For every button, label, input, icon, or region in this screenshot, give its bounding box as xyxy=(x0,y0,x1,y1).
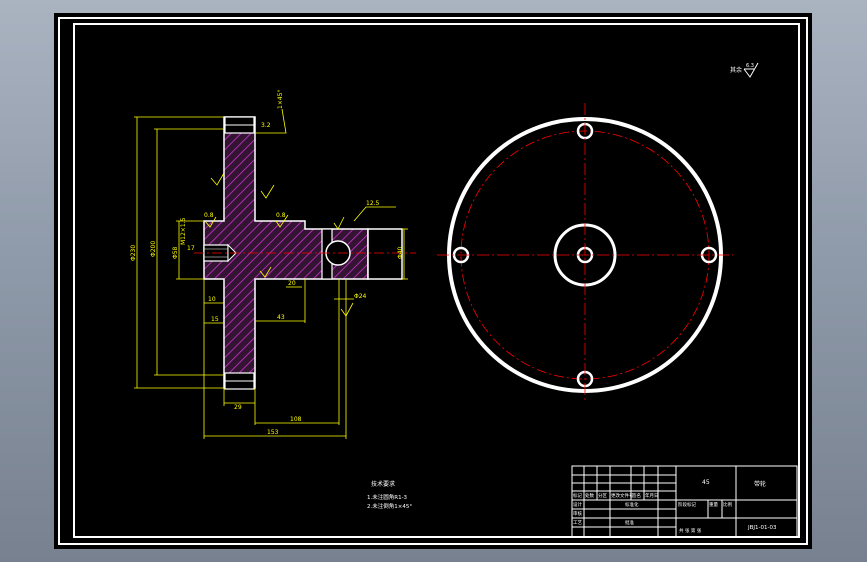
tb-design: 设计 xyxy=(573,501,582,508)
outer-border xyxy=(58,17,808,545)
dim-roughness-d: 12.5 xyxy=(366,200,380,207)
tb-material: 45 xyxy=(702,479,710,486)
tb-date: 年月日 xyxy=(645,492,659,499)
section-view xyxy=(194,116,416,390)
front-view xyxy=(437,103,733,403)
tb-stage-mark: 阶段标记 xyxy=(678,501,696,508)
drawing-sheet: 其余 6.3 Φ230 Φ200 Φ58 M12×1.5 Φ40 1×45° Φ… xyxy=(54,13,812,549)
tb-review: 审核 xyxy=(573,510,582,517)
dim-step-diameter: Φ200 xyxy=(150,241,157,257)
cad-drawing: 其余 6.3 Φ230 Φ200 Φ58 M12×1.5 Φ40 1×45° Φ… xyxy=(58,17,808,545)
inner-border xyxy=(73,23,800,538)
dim-offset: 43 xyxy=(277,314,285,321)
tb-count: 处数 xyxy=(585,492,594,499)
dim-flange-thickness: 20 xyxy=(288,280,296,287)
tb-sheet-info: 共 张 第 张 xyxy=(679,527,702,534)
dim-rim-width: 29 xyxy=(234,404,242,411)
tb-weight: 重量 xyxy=(709,501,718,508)
dim-roughness-c: 3.2 xyxy=(261,122,271,129)
dim-overall-length: 153 xyxy=(267,429,279,436)
tb-part-name: 带轮 xyxy=(754,480,766,488)
surface-finish-note: 其余 6.3 xyxy=(730,62,759,78)
dim-shaft-end: Φ40 xyxy=(397,246,404,259)
dim-hub-diameter: Φ58 xyxy=(172,246,179,259)
dim-seat-width: 15 xyxy=(211,316,219,323)
dim-roughness-b: 0.8 xyxy=(276,212,286,219)
tech-req-line-2: 2.未注倒角1×45° xyxy=(367,502,412,510)
tb-approve: 批准 xyxy=(625,519,634,526)
dim-overall-diameter: Φ230 xyxy=(130,245,137,261)
tb-mark: 标记 xyxy=(573,492,582,499)
tb-change-doc: 更改文件号 xyxy=(611,492,634,499)
tb-drawing-number: JBJ1-01-03 xyxy=(747,525,777,531)
tech-req-title: 技术要求 xyxy=(371,480,395,488)
dim-shoulder: 10 xyxy=(208,296,216,303)
dim-bore: M12×1.5 xyxy=(180,217,187,245)
title-block-text: 标记 处数 分区 更改文件号 签名 年月日 设计 标准化 审核 工艺 批准 阶段… xyxy=(573,479,777,534)
dim-hole-diameter: Φ24 xyxy=(354,293,367,300)
dim-roughness-a: 0.8 xyxy=(204,212,214,219)
tb-scale: 比例 xyxy=(723,501,732,508)
dim-thread-depth: 17 xyxy=(187,245,195,252)
surface-finish-value: 6.3 xyxy=(746,63,754,69)
tb-signature: 签名 xyxy=(632,492,641,499)
surface-finish-label: 其余 xyxy=(730,66,742,74)
dim-chamfer: 1×45° xyxy=(277,90,284,109)
tb-process: 工艺 xyxy=(573,520,582,526)
tb-standardize: 标准化 xyxy=(625,501,639,508)
tech-req-line-1: 1.未注圆角R1-3 xyxy=(367,493,408,501)
technical-requirements: 技术要求 1.未注圆角R1-3 2.未注倒角1×45° xyxy=(367,480,412,510)
tb-zone: 分区 xyxy=(598,492,607,499)
dim-mid-length: 108 xyxy=(290,416,302,423)
